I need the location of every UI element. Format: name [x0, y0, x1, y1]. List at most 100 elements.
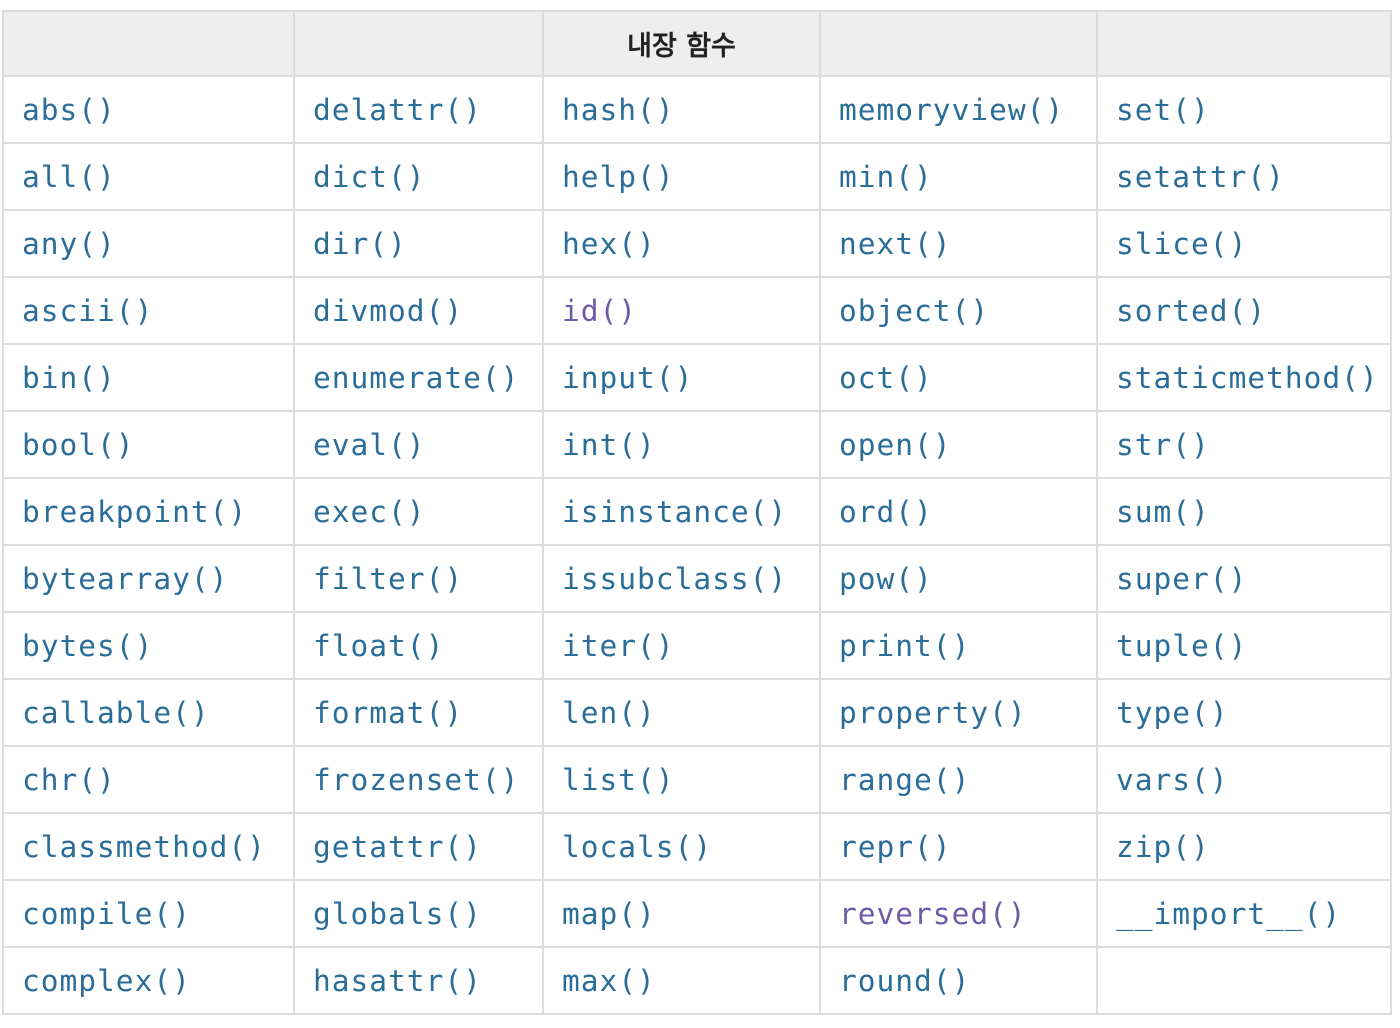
function-link[interactable]: all()	[22, 160, 116, 194]
function-link[interactable]: range()	[839, 763, 970, 797]
function-link[interactable]: bin()	[22, 361, 116, 395]
table-row: breakpoint() exec() isinstance() ord() sum()	[2, 477, 1392, 546]
table-cell: print()	[819, 611, 1098, 680]
function-link[interactable]: any()	[22, 227, 116, 261]
function-link[interactable]: delattr()	[313, 93, 482, 127]
table-row: classmethod() getattr() locals() repr() zip(…	[2, 812, 1392, 881]
function-link[interactable]: set()	[1116, 93, 1210, 127]
function-link[interactable]: bool()	[22, 428, 135, 462]
function-link[interactable]: ord()	[839, 495, 933, 529]
table-cell: reversed()	[819, 879, 1098, 948]
function-link[interactable]: locals()	[562, 830, 712, 864]
function-link[interactable]: hash()	[562, 93, 675, 127]
function-link[interactable]: iter()	[562, 629, 675, 663]
function-link[interactable]: sum()	[1116, 495, 1210, 529]
function-link[interactable]: abs()	[22, 93, 116, 127]
table-row: chr() frozenset() list() range() vars()	[2, 745, 1392, 814]
function-link[interactable]: open()	[839, 428, 952, 462]
table-cell: bin()	[2, 343, 295, 412]
table-cell: bytearray()	[2, 544, 295, 613]
function-link[interactable]: breakpoint()	[22, 495, 247, 529]
function-link[interactable]: super()	[1116, 562, 1247, 596]
function-link[interactable]: dir()	[313, 227, 407, 261]
table-row: complex() hasattr() max() round()	[2, 946, 1392, 1015]
function-link[interactable]: str()	[1116, 428, 1210, 462]
table-cell: staticmethod()	[1096, 343, 1392, 412]
table-cell: exec()	[293, 477, 544, 546]
table-cell: min()	[819, 142, 1098, 211]
function-link[interactable]: int()	[562, 428, 656, 462]
table-row: callable() format() len() property() type()	[2, 678, 1392, 747]
function-link[interactable]: complex()	[22, 964, 191, 998]
function-link[interactable]: zip()	[1116, 830, 1210, 864]
function-link[interactable]: min()	[839, 160, 933, 194]
function-link[interactable]: object()	[839, 294, 989, 328]
function-link[interactable]: id()	[562, 294, 637, 328]
function-link[interactable]: memoryview()	[839, 93, 1064, 127]
function-link[interactable]: issubclass()	[562, 562, 787, 596]
function-link[interactable]: dict()	[313, 160, 426, 194]
function-link[interactable]: hex()	[562, 227, 656, 261]
table-cell: format()	[293, 678, 544, 747]
function-link[interactable]: isinstance()	[562, 495, 787, 529]
function-link[interactable]: getattr()	[313, 830, 482, 864]
header-row: 내장 함수	[2, 10, 1392, 77]
function-link[interactable]: __import__()	[1116, 897, 1341, 931]
function-link[interactable]: map()	[562, 897, 656, 931]
function-link[interactable]: hasattr()	[313, 964, 482, 998]
function-link[interactable]: chr()	[22, 763, 116, 797]
function-link[interactable]: input()	[562, 361, 693, 395]
function-link[interactable]: divmod()	[313, 294, 463, 328]
table-cell: vars()	[1096, 745, 1392, 814]
function-link[interactable]: property()	[839, 696, 1027, 730]
function-link[interactable]: eval()	[313, 428, 426, 462]
function-link[interactable]: format()	[313, 696, 463, 730]
table-cell: float()	[293, 611, 544, 680]
table-cell: oct()	[819, 343, 1098, 412]
function-link[interactable]: pow()	[839, 562, 933, 596]
function-link[interactable]: help()	[562, 160, 675, 194]
function-link[interactable]: vars()	[1116, 763, 1229, 797]
function-link[interactable]: round()	[839, 964, 970, 998]
function-link[interactable]: type()	[1116, 696, 1229, 730]
function-link[interactable]: bytearray()	[22, 562, 228, 596]
function-link[interactable]: sorted()	[1116, 294, 1266, 328]
function-link[interactable]: ascii()	[22, 294, 153, 328]
function-link[interactable]: classmethod()	[22, 830, 266, 864]
function-link[interactable]: float()	[313, 629, 444, 663]
function-link[interactable]: staticmethod()	[1116, 361, 1379, 395]
function-link[interactable]: reversed()	[839, 897, 1027, 931]
table-cell: dict()	[293, 142, 544, 211]
table-cell: __import__()	[1096, 879, 1392, 948]
table-cell: iter()	[542, 611, 821, 680]
function-link[interactable]: max()	[562, 964, 656, 998]
table-cell: hex()	[542, 209, 821, 278]
table-cell: list()	[542, 745, 821, 814]
function-link[interactable]: print()	[839, 629, 970, 663]
function-link[interactable]: oct()	[839, 361, 933, 395]
function-link[interactable]: repr()	[839, 830, 952, 864]
function-link[interactable]: callable()	[22, 696, 210, 730]
function-link[interactable]: list()	[562, 763, 675, 797]
table-row: bool() eval() int() open() str()	[2, 410, 1392, 479]
function-link[interactable]: len()	[562, 696, 656, 730]
function-link[interactable]: setattr()	[1116, 160, 1285, 194]
table-cell: round()	[819, 946, 1098, 1015]
table-cell: eval()	[293, 410, 544, 479]
function-link[interactable]: tuple()	[1116, 629, 1247, 663]
function-link[interactable]: slice()	[1116, 227, 1247, 261]
function-link[interactable]: frozenset()	[313, 763, 519, 797]
function-link[interactable]: filter()	[313, 562, 463, 596]
function-link[interactable]: enumerate()	[313, 361, 519, 395]
table-cell: classmethod()	[2, 812, 295, 881]
table-cell: int()	[542, 410, 821, 479]
function-link[interactable]: globals()	[313, 897, 482, 931]
empty-cell	[1096, 946, 1392, 1015]
table-cell: any()	[2, 209, 295, 278]
function-link[interactable]: bytes()	[22, 629, 153, 663]
table-cell: breakpoint()	[2, 477, 295, 546]
function-link[interactable]: compile()	[22, 897, 191, 931]
function-link[interactable]: next()	[839, 227, 952, 261]
function-link[interactable]: exec()	[313, 495, 426, 529]
table-row: bin() enumerate() input() oct() staticmethod…	[2, 343, 1392, 412]
